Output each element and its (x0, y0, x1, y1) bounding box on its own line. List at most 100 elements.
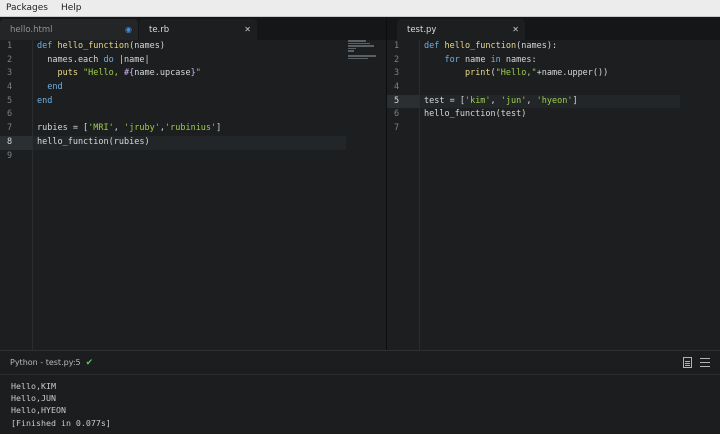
code-token: 'jun' (500, 95, 527, 106)
document-icon[interactable] (683, 357, 692, 368)
code-token: names: (500, 54, 537, 65)
menu-lines-icon[interactable] (700, 358, 710, 367)
code-token: name (459, 54, 491, 65)
code-token: in (490, 54, 501, 65)
line-number-gutter: 1 2 3 4 5 6 789 (0, 40, 33, 350)
check-icon: ✔ (85, 357, 94, 368)
code-line[interactable] (37, 150, 346, 164)
editor-right[interactable]: 1 2 3 456 7 def hello_function(names): for n… (387, 40, 720, 350)
code-line[interactable]: end (37, 95, 346, 109)
code-token: hello_function (57, 41, 130, 51)
output-line: Hello,JUN (11, 393, 56, 404)
code-token: (names): (516, 41, 558, 51)
close-icon[interactable]: ✕ (244, 25, 251, 34)
code-token: hello_function (444, 41, 517, 51)
code-token: test = [ (424, 95, 465, 106)
code-token: name.upcase (134, 68, 191, 79)
code-line[interactable]: def hello_function(names): (424, 40, 680, 54)
code-token: ] (216, 123, 222, 134)
code-token: #{ (124, 68, 135, 79)
tab-hello-html[interactable]: hello.html ◉ (0, 19, 138, 40)
minimap[interactable] (348, 40, 378, 80)
code-line[interactable]: names.each do |name| (37, 54, 346, 68)
code-line[interactable]: test = ['kim', 'jun', 'hyeon'] (420, 94, 680, 109)
line-number: 1 (394, 41, 400, 51)
line-number: 9 (7, 150, 13, 161)
code-token: hello_function(test) (424, 109, 527, 120)
code-line[interactable] (424, 81, 680, 95)
code-line[interactable] (37, 108, 346, 122)
build-output-panel: Python - test.py:5 ✔ Hello,KIM Hello,JUN… (0, 350, 720, 432)
line-number: 4 (7, 82, 13, 93)
code-token: 'kim' (464, 95, 491, 106)
line-number: 8 (0, 135, 32, 150)
code-line[interactable]: end (37, 81, 346, 95)
output-line: Hello,HYEON (11, 405, 66, 416)
tab-te-rb[interactable]: te.rb ✕ (139, 19, 257, 40)
tab-label: test.py (407, 24, 437, 35)
code-token: hello_function(rubies) (37, 136, 150, 147)
editor-left[interactable]: 1 2 3 4 5 6 789 def hello_function(names) name… (0, 40, 386, 350)
code-token: "Hello," (495, 68, 537, 79)
tab-test-py[interactable]: test.py ✕ (397, 19, 525, 40)
code-token: print (464, 68, 491, 79)
code-line[interactable]: hello_function(rubies) (33, 135, 346, 150)
close-icon[interactable]: ✕ (512, 25, 519, 34)
code-line[interactable]: hello_function(test) (424, 108, 680, 122)
code-token: , (490, 95, 501, 106)
tab-label: te.rb (149, 24, 170, 35)
code-token: do (103, 54, 114, 65)
code-token: for (444, 54, 460, 65)
menu-bar: Packages Help (0, 0, 720, 17)
menu-help[interactable]: Help (55, 3, 89, 13)
line-number: 4 (394, 82, 400, 93)
line-number: 7 (7, 123, 13, 134)
code-token: ] (572, 95, 578, 106)
code-token: def (424, 41, 445, 51)
code-line[interactable]: rubies = ['MRI', 'jruby','rubinius'] (37, 122, 346, 136)
code-token: end (37, 82, 63, 93)
code-token: " (195, 68, 201, 79)
code-token: end (37, 95, 53, 106)
code-token: "Hello, (83, 68, 125, 79)
code-token: 'rubinius' (164, 123, 217, 134)
code-token: |name| (113, 54, 150, 65)
code-token: (names) (129, 41, 165, 51)
code-token: +name.upper()) (536, 68, 609, 79)
right-tab-bar: test.py ✕ (387, 17, 720, 40)
code-line[interactable]: def hello_function(names) (37, 40, 346, 54)
code-line[interactable]: puts "Hello, #{name.upcase}" (37, 67, 346, 81)
modified-dot-icon[interactable]: ◉ (125, 25, 132, 34)
code-line[interactable]: for name in names: (424, 54, 680, 68)
code-token: 'jruby' (124, 123, 160, 134)
line-number: 6 (394, 109, 400, 120)
line-number-gutter: 1 2 3 456 7 (387, 40, 420, 350)
line-number: 7 (394, 123, 400, 134)
tab-label: hello.html (10, 24, 53, 35)
code-area[interactable]: def hello_function(names): for name in n… (420, 40, 680, 136)
code-line[interactable]: print("Hello,"+name.upper()) (424, 67, 680, 81)
line-number: 1 (7, 41, 13, 51)
code-token: 'hyeon' (536, 95, 573, 106)
code-token: def (37, 41, 58, 51)
output-line: Hello,KIM (11, 381, 56, 391)
menu-packages[interactable]: Packages (0, 3, 55, 13)
line-number: 6 (7, 109, 13, 120)
line-number: 3 (7, 68, 13, 79)
line-number: 2 (7, 54, 13, 65)
code-token: rubies = [ (37, 123, 89, 134)
code-line[interactable] (424, 122, 680, 136)
panel-header: Python - test.py:5 ✔ (0, 351, 720, 375)
code-token: names.each (37, 54, 104, 65)
code-token: , (113, 123, 125, 134)
code-token: , (526, 95, 537, 106)
output-text: Hello,KIM Hello,JUN Hello,HYEON [Finishe… (0, 375, 720, 434)
output-line: [Finished in 0.077s] (11, 417, 111, 428)
line-number: 2 (394, 54, 400, 65)
line-number: 3 (394, 68, 400, 79)
left-tab-bar: hello.html ◉ te.rb ✕ (0, 17, 386, 40)
code-area[interactable]: def hello_function(names) names.each do … (33, 40, 346, 164)
code-token: 'MRI' (88, 123, 114, 134)
